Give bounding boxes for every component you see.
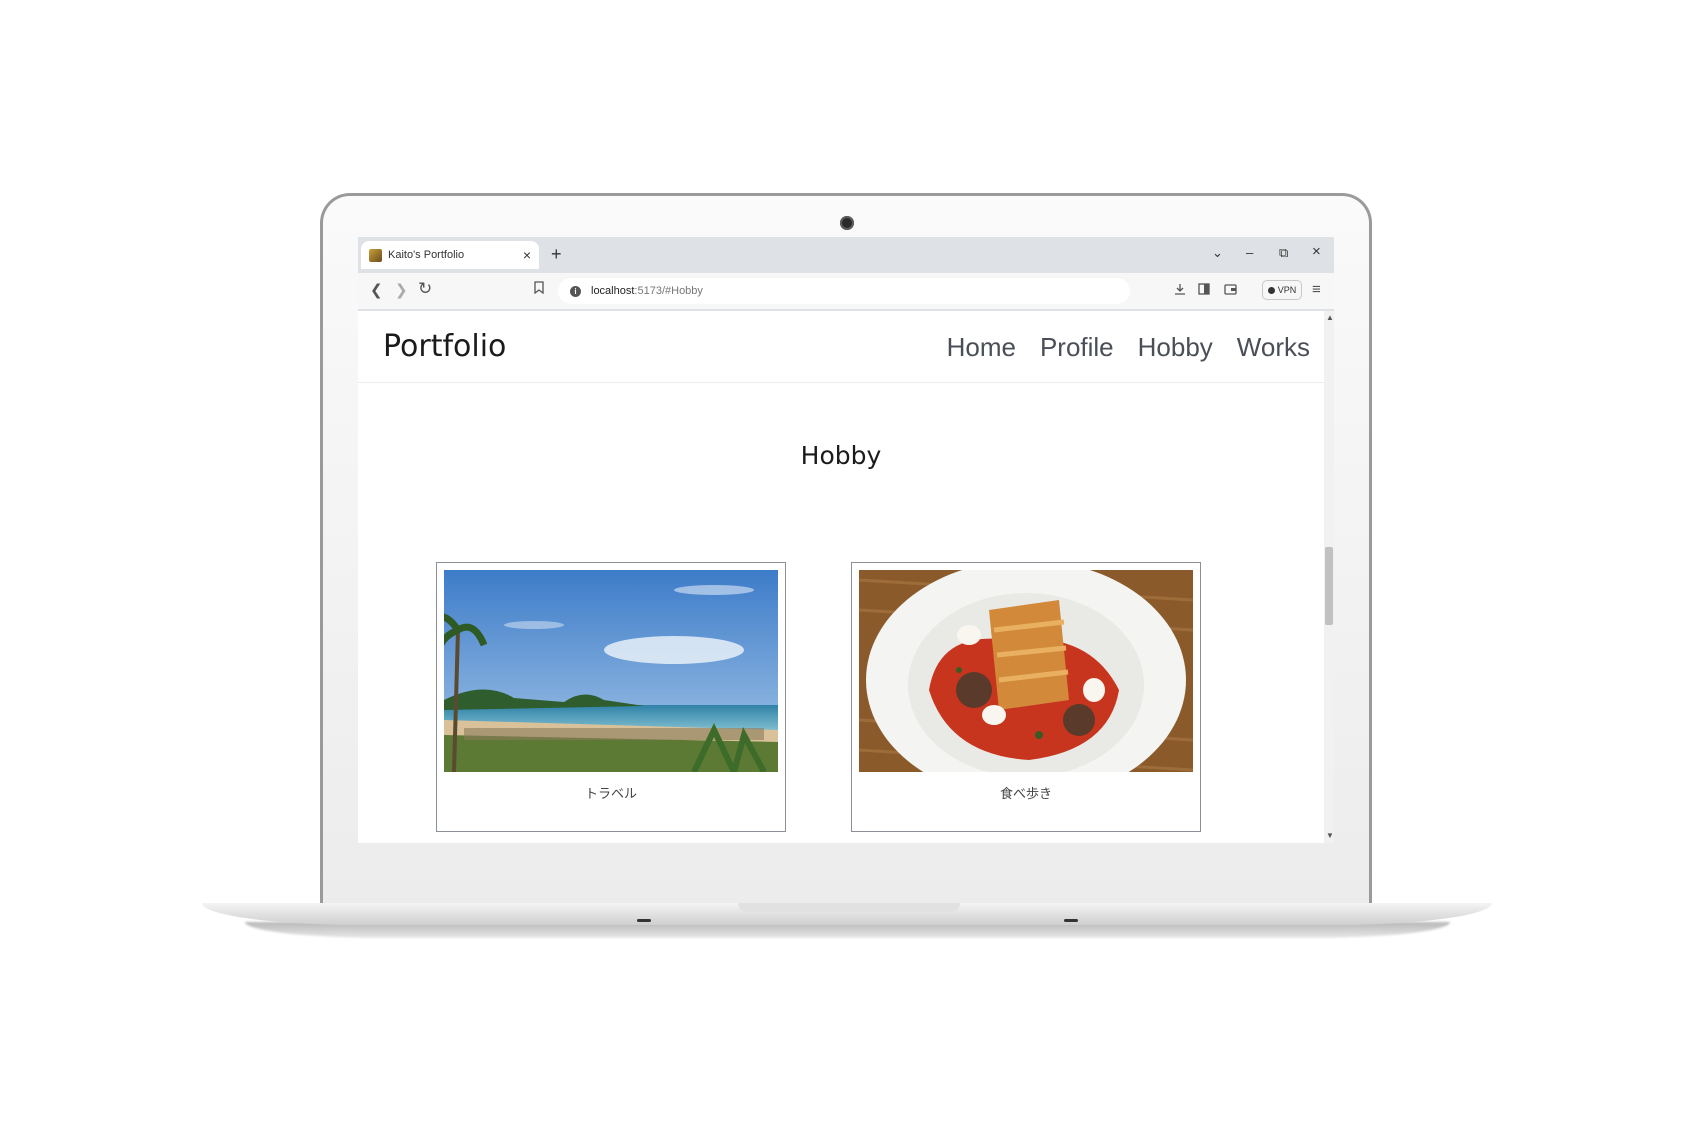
food-photo bbox=[859, 570, 1193, 772]
menu-icon[interactable]: ≡ bbox=[1312, 281, 1321, 298]
tab-bar: Kaito's Portfolio × + ⌄ – ⧉ × bbox=[358, 237, 1334, 273]
scroll-thumb[interactable] bbox=[1325, 547, 1333, 625]
scroll-up-icon[interactable]: ▲ bbox=[1326, 313, 1334, 322]
vpn-label: VPN bbox=[1277, 285, 1297, 295]
section-title: Hobby bbox=[800, 441, 882, 470]
site-header: Portfolio Home Profile Hobby Works bbox=[358, 311, 1324, 383]
close-icon[interactable]: × bbox=[523, 247, 531, 263]
restore-button[interactable]: ⧉ bbox=[1279, 245, 1288, 261]
url-path: :5173/#Hobby bbox=[634, 285, 703, 297]
close-window-button[interactable]: × bbox=[1312, 243, 1321, 260]
new-tab-button[interactable]: + bbox=[551, 244, 562, 265]
nav-link-home[interactable]: Home bbox=[947, 332, 1016, 363]
minimize-button[interactable]: – bbox=[1246, 245, 1253, 260]
site-logo[interactable]: Portfolio bbox=[383, 329, 506, 364]
card-label: 食べ歩き bbox=[999, 786, 1052, 801]
favicon-icon bbox=[369, 248, 382, 262]
forward-icon[interactable]: ❯ bbox=[395, 281, 408, 299]
page-viewport: Portfolio Home Profile Hobby Works Hobby bbox=[358, 311, 1324, 843]
browser-toolbar: ❮ ❯ ↻ i localhost:5173/#Hobby VPN ≡ bbox=[358, 273, 1334, 309]
info-icon[interactable]: i bbox=[570, 285, 581, 297]
address-bar[interactable]: i localhost:5173/#Hobby bbox=[558, 278, 1130, 304]
laptop-foot bbox=[1064, 919, 1078, 922]
nav-link-works[interactable]: Works bbox=[1237, 332, 1310, 363]
card-label: トラベル bbox=[584, 786, 637, 801]
hobby-card-food[interactable]: 食べ歩き bbox=[851, 562, 1201, 832]
tab-search-icon[interactable]: ⌄ bbox=[1212, 245, 1223, 261]
vpn-icon bbox=[1267, 286, 1275, 294]
webcam-icon bbox=[840, 216, 854, 230]
scrollbar[interactable]: ▲ ▼ bbox=[1324, 311, 1334, 843]
laptop-foot bbox=[637, 919, 651, 922]
bookmark-icon[interactable] bbox=[534, 281, 544, 297]
vpn-button[interactable]: VPN bbox=[1262, 280, 1302, 300]
download-icon[interactable] bbox=[1174, 283, 1186, 298]
browser-window: Kaito's Portfolio × + ⌄ – ⧉ × ❮ ❯ ↻ i lo… bbox=[358, 237, 1334, 843]
laptop-notch bbox=[738, 903, 960, 912]
url-host: localhost bbox=[591, 285, 635, 297]
scroll-down-icon[interactable]: ▼ bbox=[1326, 831, 1334, 840]
sidebar-icon[interactable] bbox=[1198, 283, 1210, 298]
tab-portfolio[interactable]: Kaito's Portfolio × bbox=[361, 241, 539, 269]
wallet-icon[interactable] bbox=[1224, 283, 1237, 298]
nav-link-hobby[interactable]: Hobby bbox=[1138, 332, 1213, 363]
reload-icon[interactable]: ↻ bbox=[418, 279, 432, 299]
nav-link-profile[interactable]: Profile bbox=[1040, 332, 1114, 363]
beach-photo bbox=[444, 570, 778, 772]
site-nav: Home Profile Hobby Works bbox=[947, 332, 1310, 363]
tab-title: Kaito's Portfolio bbox=[388, 249, 465, 261]
back-icon[interactable]: ❮ bbox=[370, 281, 383, 299]
hobby-card-travel[interactable]: トラベル bbox=[436, 562, 786, 832]
